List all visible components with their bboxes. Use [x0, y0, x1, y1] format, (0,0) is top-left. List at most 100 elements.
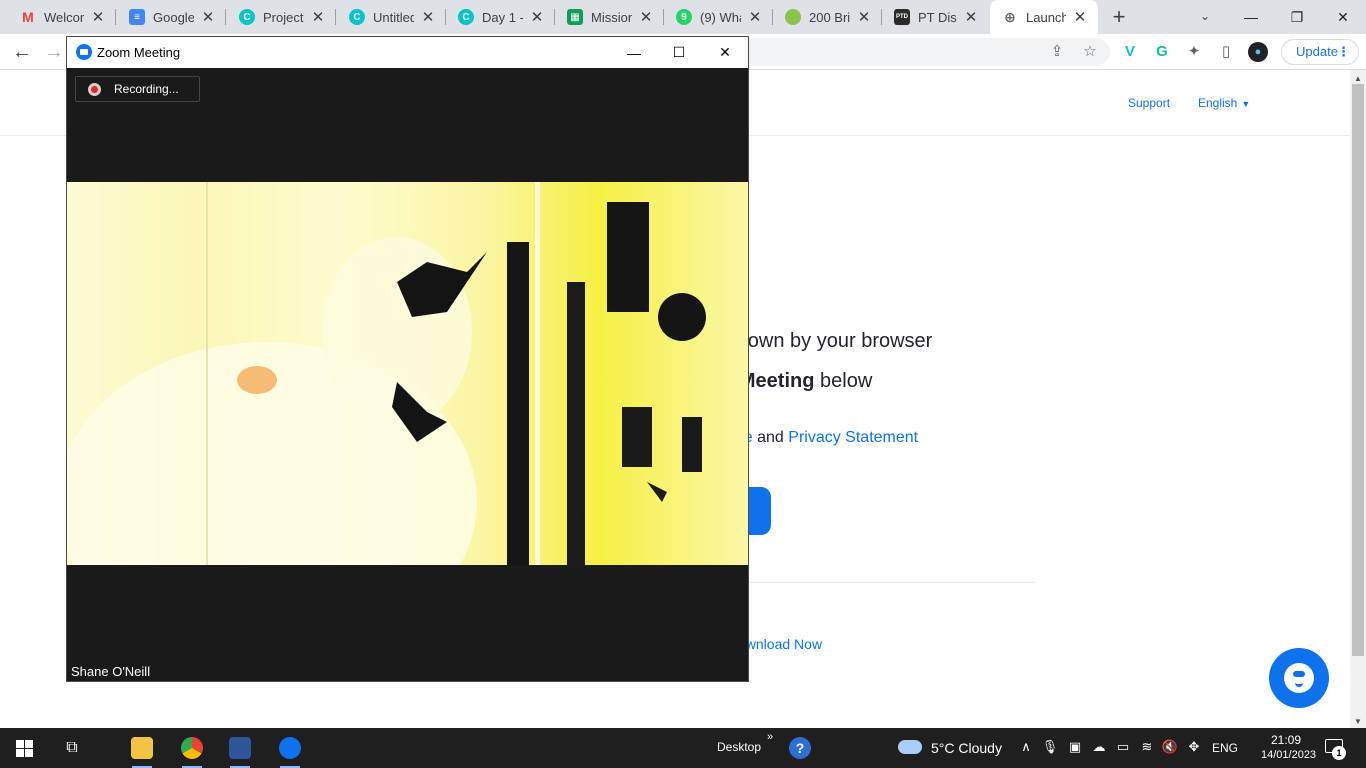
tab-launch-meeting[interactable]: ⊕ Launch ✕	[990, 0, 1098, 34]
tab-google-sheets[interactable]: ▦ Mission ✕	[555, 0, 664, 34]
close-window-button[interactable]: ✕	[1320, 0, 1366, 34]
close-icon[interactable]: ✕	[90, 8, 106, 26]
close-icon[interactable]: ✕	[420, 8, 436, 26]
caret-down-icon: ▼	[1241, 99, 1251, 109]
close-icon[interactable]: ✕	[200, 8, 216, 26]
show-hidden-icons-chevron-icon[interactable]: ∧	[1017, 739, 1035, 755]
dropbox-icon[interactable]: ✥	[1185, 739, 1203, 755]
scroll-down-arrow-icon[interactable]: ▼	[1354, 717, 1362, 726]
scrollbar-thumb[interactable]	[1352, 84, 1364, 656]
privacy-statement-link[interactable]: Privacy Statement	[788, 429, 918, 446]
tab-title: (9) What	[700, 9, 741, 25]
input-language-indicator[interactable]: ENG	[1212, 741, 1238, 755]
recording-dot-icon	[88, 83, 101, 96]
close-icon[interactable]: ✕	[856, 8, 872, 26]
tab-title: 200 Briti	[809, 9, 850, 25]
zoom-maximize-button[interactable]: ☐	[656, 37, 702, 68]
close-icon[interactable]: ✕	[638, 8, 654, 26]
wifi-icon[interactable]: ≋	[1138, 739, 1156, 755]
new-tab-button[interactable]: +	[1106, 4, 1132, 30]
tab-whatsapp[interactable]: 9 (9) What ✕	[664, 0, 773, 34]
zoom-title-bar[interactable]: Zoom Meeting — ☐ ✕	[67, 37, 748, 68]
support-link[interactable]: Support	[1128, 96, 1170, 110]
profile-avatar-icon[interactable]: ●	[1248, 42, 1268, 62]
terms-connector: and	[752, 429, 789, 446]
weather-text[interactable]: 5°C Cloudy	[931, 740, 1002, 756]
tab-google-docs[interactable]: ≡ Google ✕	[117, 0, 226, 34]
bookmark-star-icon[interactable]: ☆	[1080, 42, 1100, 62]
language-selector[interactable]: English ▼	[1198, 96, 1250, 110]
close-icon[interactable]: ✕	[1072, 8, 1088, 26]
desktop-screen: M Welcom ✕ ≡ Google ✕ C Projects ✕ C Unt…	[0, 0, 1366, 768]
tab-title: Welcom	[44, 9, 84, 25]
extensions-puzzle-icon[interactable]: ✦	[1184, 42, 1204, 62]
tab-search-icon[interactable]: ⌄	[1194, 5, 1216, 27]
zoom-minimize-button[interactable]: —	[611, 37, 657, 68]
tab-pt-distinction[interactable]: PTD PT Distir ✕	[882, 0, 989, 34]
participant-name-label: Shane O'Neill	[71, 664, 151, 679]
back-arrow-icon[interactable]: ←	[10, 40, 34, 64]
cloud-weather-icon[interactable]	[898, 740, 922, 754]
notification-count-badge: 1	[1332, 746, 1346, 760]
grammarly-extension-icon[interactable]: G	[1152, 42, 1172, 62]
windows-taskbar: ⧉ Desktop » ? 5°C Cloudy ∧ 🎙 ▣ ☁ ▭ ≋ 🔇 ✥…	[0, 728, 1366, 768]
file-explorer-button[interactable]	[122, 728, 162, 768]
double-chevron-icon[interactable]: »	[767, 731, 773, 743]
tab-british[interactable]: 200 Briti ✕	[773, 0, 882, 34]
update-button[interactable]: Update ⋮	[1281, 39, 1359, 65]
update-label: Update	[1296, 44, 1338, 59]
folder-icon	[131, 737, 153, 759]
canva-icon: C	[349, 9, 365, 25]
microphone-icon[interactable]: 🎙	[1041, 739, 1059, 755]
network-alert-icon[interactable]: ☁	[1090, 739, 1108, 755]
download-now-link[interactable]: ownload Now	[738, 636, 822, 652]
chrome-button[interactable]	[172, 728, 212, 768]
clock-date[interactable]: 14/01/2023	[1261, 749, 1316, 761]
battery-icon[interactable]: ▭	[1114, 739, 1132, 755]
word-icon	[229, 737, 251, 759]
scroll-up-arrow-icon[interactable]: ▲	[1354, 74, 1362, 83]
tennis-ball-icon	[785, 9, 801, 25]
more-menu-icon[interactable]: ⋮	[1337, 40, 1350, 64]
windows-start-icon[interactable]	[8, 728, 40, 768]
recording-indicator[interactable]: Recording...	[75, 76, 200, 102]
clock-time[interactable]: 21:09	[1263, 733, 1309, 747]
tab-canva-untitled[interactable]: C Untitled ✕	[337, 0, 446, 34]
canva-icon: C	[239, 9, 255, 25]
forward-arrow-icon[interactable]: →	[42, 40, 66, 64]
share-icon[interactable]: ⇪	[1047, 42, 1067, 62]
close-icon[interactable]: ✕	[529, 8, 545, 26]
close-icon[interactable]: ✕	[310, 8, 326, 26]
help-icon[interactable]: ?	[789, 737, 811, 759]
tab-separator	[225, 9, 226, 25]
tab-separator	[335, 9, 336, 25]
side-panel-icon[interactable]: ▯	[1216, 42, 1236, 62]
word-button[interactable]	[220, 728, 260, 768]
zoom-taskbar-button[interactable]	[270, 728, 310, 768]
tab-gmail[interactable]: M Welcom ✕	[8, 0, 116, 34]
close-icon[interactable]: ✕	[963, 8, 979, 26]
tab-canva-day1[interactable]: C Day 1 - ( ✕	[446, 0, 555, 34]
chrome-icon	[181, 737, 203, 759]
tab-title: Google	[153, 9, 194, 25]
participant-video[interactable]	[67, 182, 748, 565]
restore-button[interactable]: ❐	[1274, 0, 1320, 34]
desktop-toolbar-label[interactable]: Desktop	[717, 740, 761, 754]
tab-title: Mission	[591, 9, 632, 25]
language-label: English	[1198, 96, 1238, 110]
minimize-button[interactable]: —	[1228, 0, 1274, 34]
gmail-icon: M	[22, 9, 34, 25]
task-view-icon[interactable]: ⧉	[56, 728, 88, 768]
speaker-muted-icon[interactable]: 🔇	[1161, 739, 1179, 755]
tab-canva-projects[interactable]: C Projects ✕	[227, 0, 336, 34]
page-scrollbar[interactable]: ▲ ▼	[1350, 70, 1366, 728]
chat-support-button[interactable]	[1269, 648, 1329, 708]
camera-icon[interactable]: ▣	[1066, 739, 1084, 755]
zoom-icon	[279, 737, 301, 759]
vimeo-extension-icon[interactable]: V	[1120, 42, 1140, 62]
zoom-close-button[interactable]: ✕	[702, 37, 748, 68]
canva-icon: C	[458, 9, 474, 25]
close-icon[interactable]: ✕	[747, 8, 763, 26]
divider	[700, 582, 1035, 583]
tab-separator	[115, 9, 116, 25]
